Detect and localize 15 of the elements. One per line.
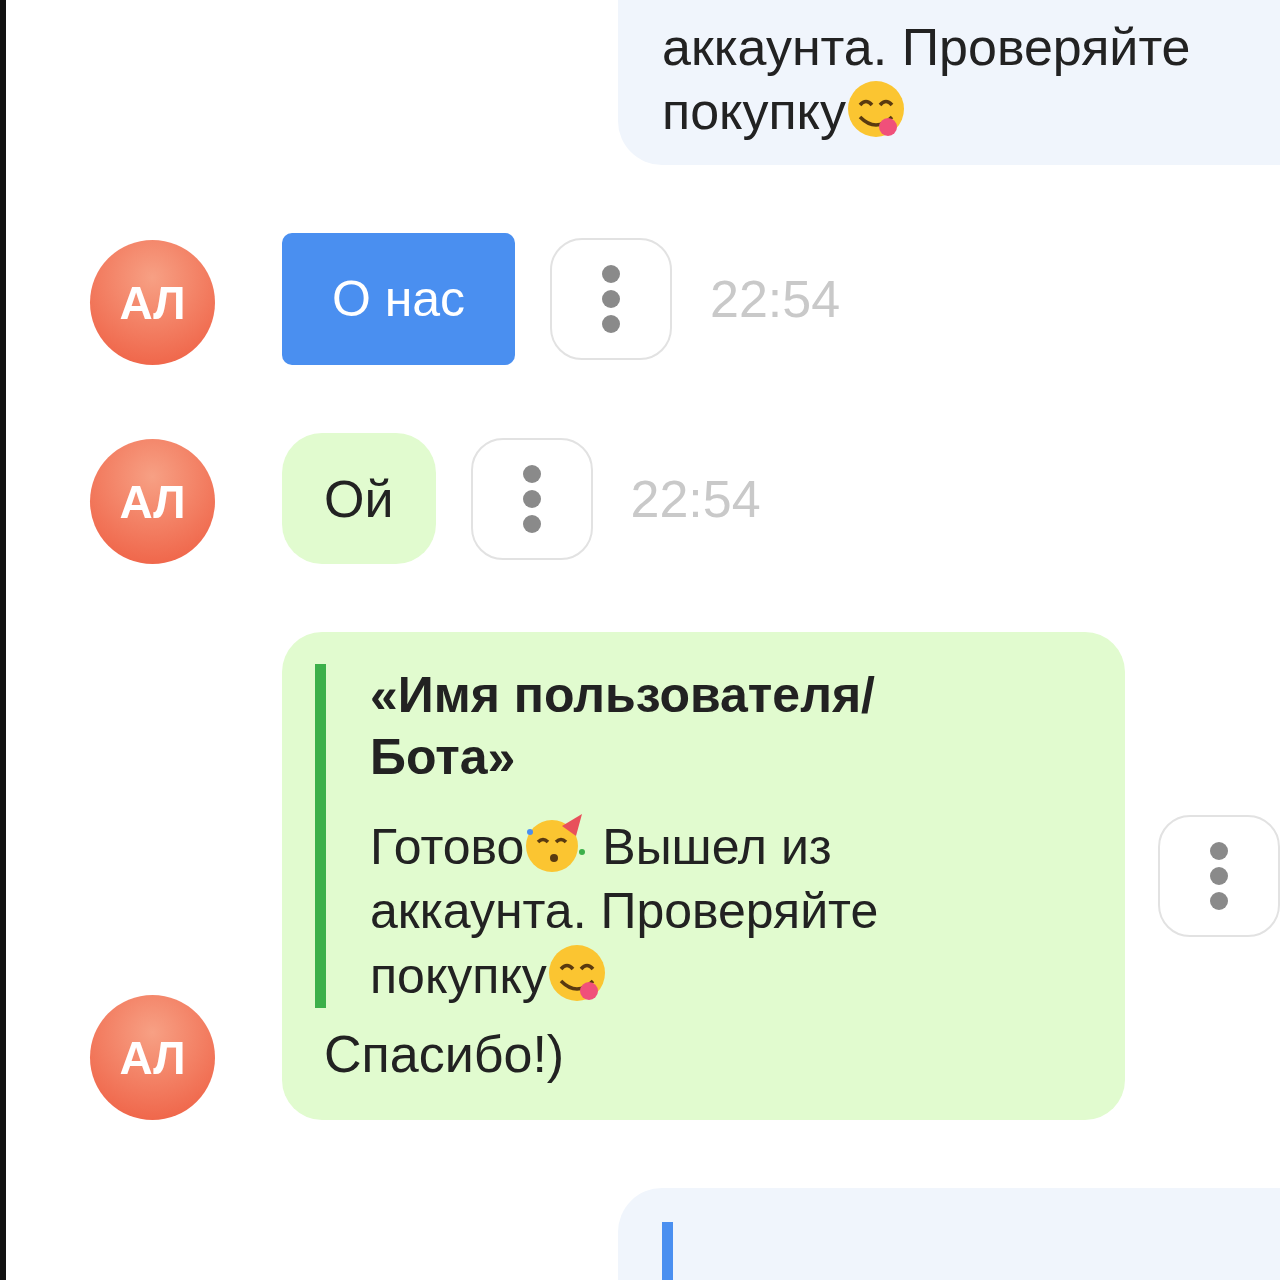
quote-author: «Имя пользователя/ Бота» (370, 666, 876, 787)
more-icon (599, 264, 623, 334)
avatar: АЛ (90, 439, 215, 564)
message-text: Спасибо!) (324, 1025, 565, 1083)
avatar: АЛ (90, 995, 215, 1120)
more-button[interactable] (1158, 815, 1280, 937)
avatar: АЛ (90, 240, 215, 365)
more-button[interactable] (470, 437, 593, 560)
message-text: Ой (324, 468, 394, 530)
more-button[interactable] (550, 238, 672, 360)
message-text: аккаунта. Проверяйте покупку (662, 17, 1192, 143)
about-button[interactable]: О нас (282, 233, 515, 365)
more-icon (1207, 841, 1231, 911)
quote-text: Готово Вышел из аккаунта. Проверяйте покупку (370, 812, 990, 1008)
quote-bar (662, 1222, 673, 1280)
